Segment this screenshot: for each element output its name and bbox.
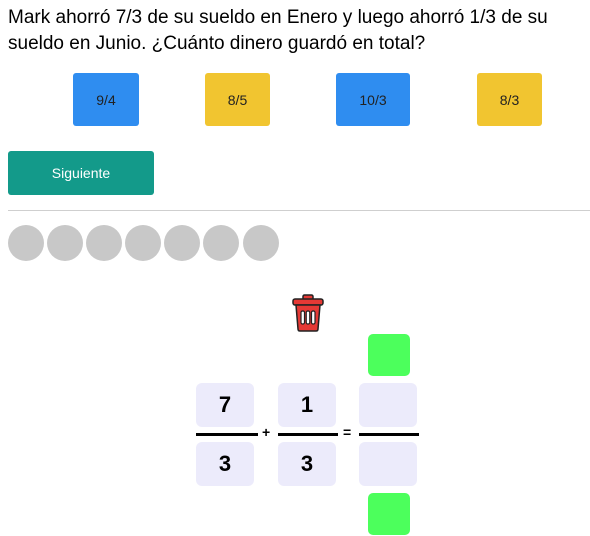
progress-dot	[8, 225, 44, 261]
answer-option-4[interactable]: 8/3	[477, 73, 542, 126]
drop-target-bottom[interactable]	[368, 493, 410, 535]
drop-target-top[interactable]	[368, 334, 410, 376]
fraction1-bar	[196, 433, 258, 436]
divider	[8, 210, 590, 211]
fraction2-numerator[interactable]: 1	[278, 383, 336, 427]
progress-dot	[203, 225, 239, 261]
fraction2-denominator[interactable]: 3	[278, 442, 336, 486]
result-bar	[359, 433, 419, 436]
trash-can-icon[interactable]	[292, 294, 324, 332]
progress-dot	[86, 225, 122, 261]
fraction1-denominator[interactable]: 3	[196, 442, 254, 486]
equals-operator: =	[343, 424, 352, 440]
result-denominator[interactable]	[359, 442, 417, 486]
fraction1-numerator[interactable]: 7	[196, 383, 254, 427]
fraction2-bar	[278, 433, 338, 436]
progress-dot	[164, 225, 200, 261]
answer-option-1[interactable]: 9/4	[73, 73, 139, 126]
answer-option-2[interactable]: 8/5	[205, 73, 270, 126]
progress-dot	[125, 225, 161, 261]
progress-dot	[243, 225, 279, 261]
question-text: Mark ahorró 7/3 de su sueldo en Enero y …	[8, 7, 548, 54]
plus-operator: +	[262, 424, 271, 440]
progress-dot	[47, 225, 83, 261]
result-numerator[interactable]	[359, 383, 417, 427]
next-button[interactable]: Siguiente	[8, 151, 154, 195]
answer-option-3[interactable]: 10/3	[336, 73, 410, 126]
